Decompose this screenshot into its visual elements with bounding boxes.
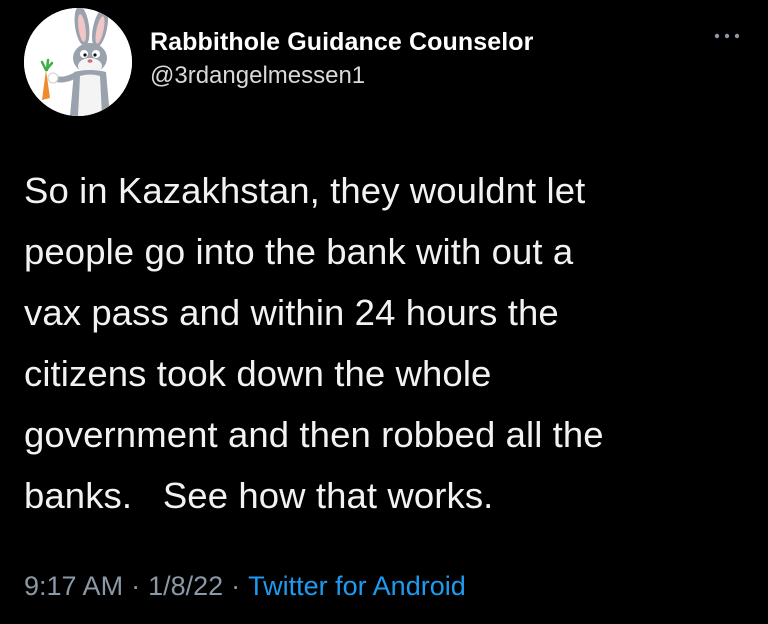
tweet-date[interactable]: 1/8/22 xyxy=(148,571,223,601)
author-display-name[interactable]: Rabbithole Guidance Counselor xyxy=(150,26,534,58)
author-handle[interactable]: @3rdangelmessen1 xyxy=(150,60,534,92)
author-avatar[interactable] xyxy=(24,8,132,116)
meta-separator: · xyxy=(131,571,141,601)
tweet-metadata: 9:17 AM · 1/8/22 · Twitter for Android xyxy=(24,566,466,606)
more-horizontal-icon xyxy=(714,33,740,39)
meta-separator: · xyxy=(231,571,241,601)
tweet-card: Rabbithole Guidance Counselor @3rdangelm… xyxy=(0,0,768,624)
bugs-bunny-avatar-icon xyxy=(24,8,132,116)
tweet-time[interactable]: 9:17 AM xyxy=(24,571,123,601)
more-options-button[interactable] xyxy=(712,26,742,46)
tweet-body-text: So in Kazakhstan, they wouldnt let peopl… xyxy=(24,170,604,516)
tweet-source-link[interactable]: Twitter for Android xyxy=(248,571,466,601)
author-info: Rabbithole Guidance Counselor @3rdangelm… xyxy=(150,26,534,92)
